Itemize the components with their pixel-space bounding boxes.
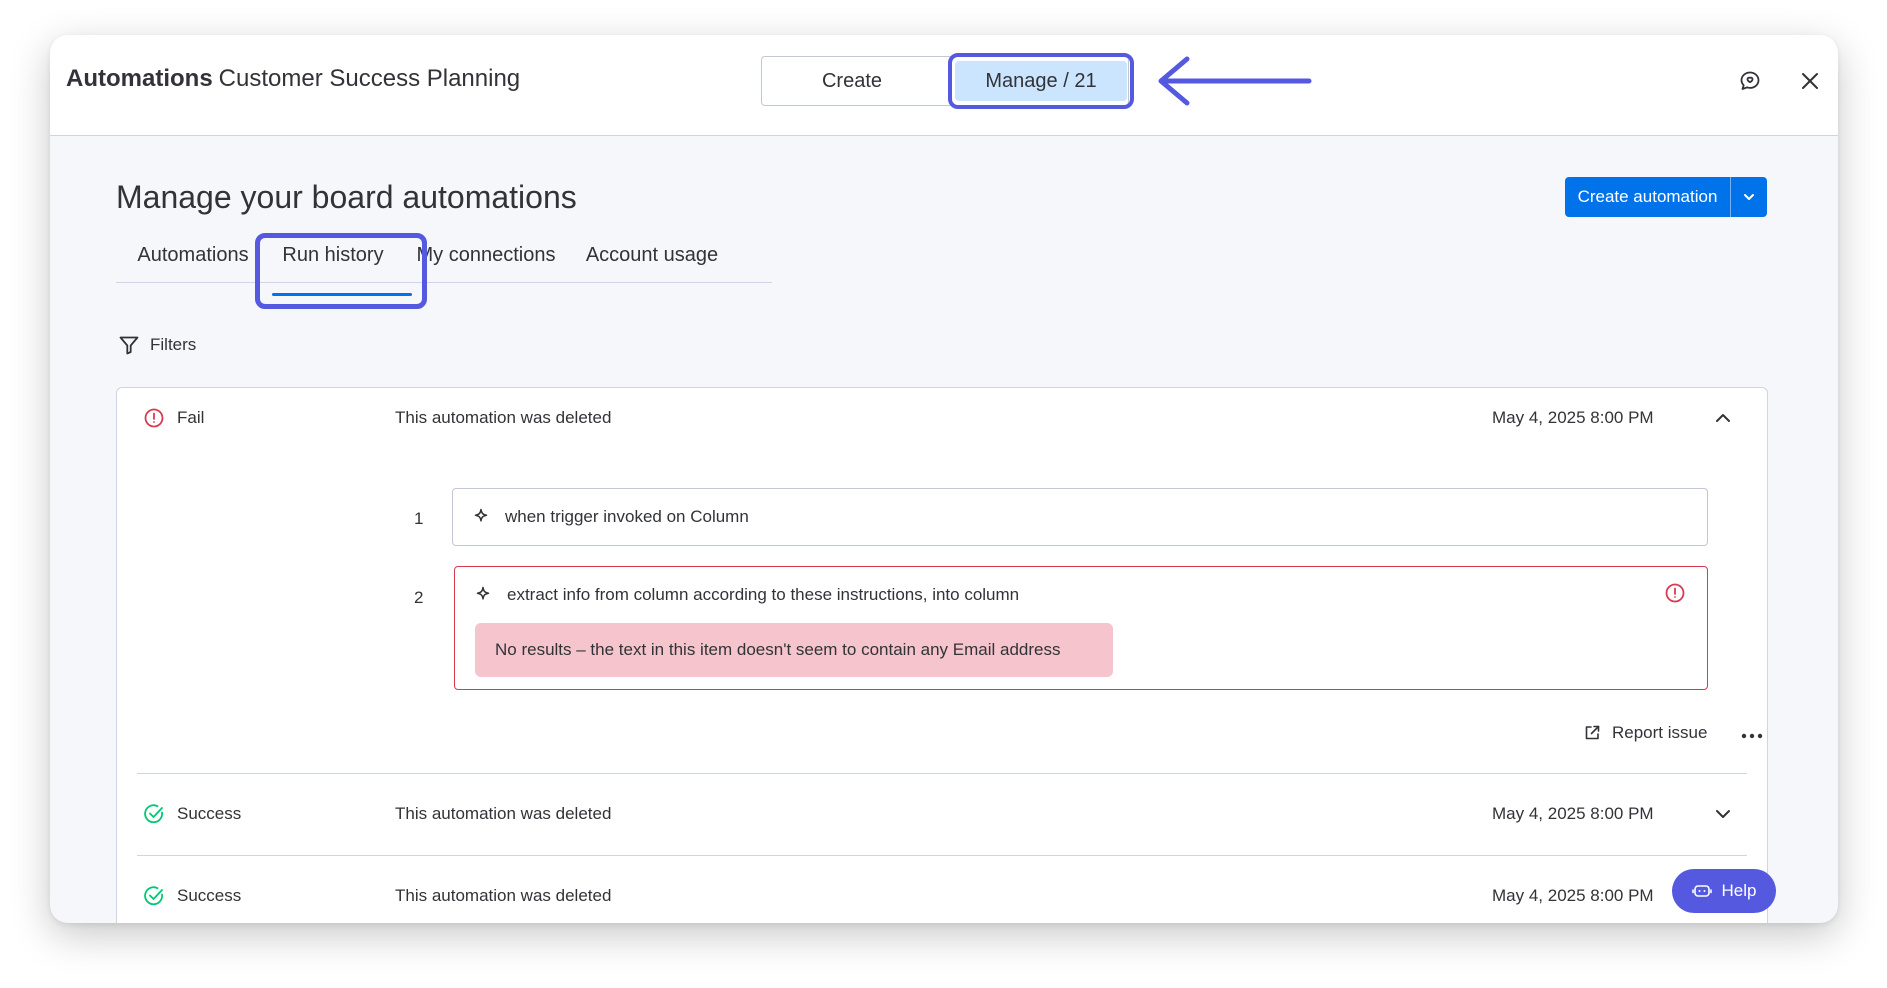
- step-card-trigger: when trigger invoked on Column: [452, 488, 1708, 546]
- run-status-label: Success: [177, 886, 242, 905]
- tab-create[interactable]: Create: [762, 57, 942, 105]
- run-history-list: Fail This automation was deleted May 4, …: [116, 387, 1768, 923]
- chevron-down-icon: [1716, 810, 1730, 818]
- help-label: Help: [1721, 881, 1757, 900]
- manage-tabs: Automations Run history My connections A…: [116, 227, 772, 283]
- filter-icon: [119, 336, 139, 355]
- collapse-button[interactable]: [1711, 406, 1735, 430]
- run-row-fail[interactable]: Fail This automation was deleted May 4, …: [117, 388, 1767, 448]
- tab-automations[interactable]: Automations: [134, 227, 252, 283]
- sparkle-icon: [476, 586, 490, 600]
- run-date: May 4, 2025 8:00 PM: [1492, 886, 1654, 905]
- arrow-icon: [1158, 56, 1312, 106]
- run-row-success[interactable]: Success This automation was deleted May …: [117, 774, 1767, 854]
- close-icon: [1802, 73, 1818, 89]
- tab-account-usage[interactable]: Account usage: [582, 227, 722, 283]
- chevron-up-icon: [1716, 414, 1730, 422]
- success-icon: [144, 804, 163, 824]
- run-status-label: Success: [177, 804, 242, 823]
- run-row-success[interactable]: Success This automation was deleted May …: [117, 856, 1767, 923]
- error-icon: [1665, 583, 1685, 603]
- feedback-button[interactable]: [1730, 61, 1770, 101]
- dialog-title: Automations Customer Success Planning: [66, 65, 520, 93]
- filters-button[interactable]: Filters: [118, 334, 196, 356]
- more-actions-button[interactable]: [1740, 728, 1764, 746]
- fail-icon: [144, 408, 164, 428]
- page-title: Manage your board automations: [116, 179, 577, 215]
- run-status: Fail: [143, 407, 204, 429]
- step-text: when trigger invoked on Column: [505, 507, 749, 526]
- error-message: No results – the text in this item doesn…: [475, 623, 1113, 677]
- automations-dialog: Automations Customer Success Planning Cre…: [50, 35, 1838, 923]
- feedback-icon: [1740, 71, 1760, 90]
- help-robot-icon: [1691, 885, 1712, 897]
- tab-manage-highlight: Manage / 21: [948, 53, 1134, 109]
- run-description: This automation was deleted: [395, 886, 612, 905]
- run-description: This automation was deleted: [395, 408, 612, 427]
- dialog-content: Manage your board automations Create aut…: [50, 137, 1838, 923]
- run-description: This automation was deleted: [395, 804, 612, 823]
- step-text: extract info from column according to th…: [507, 585, 1020, 604]
- run-date: May 4, 2025 8:00 PM: [1492, 804, 1654, 823]
- create-automation-label[interactable]: Create automation: [1565, 177, 1731, 217]
- run-status-label: Fail: [177, 408, 205, 427]
- active-tab-indicator: [272, 293, 412, 296]
- run-status: Success: [143, 885, 241, 907]
- create-automation-button[interactable]: Create automation: [1565, 177, 1767, 217]
- app-name: Automations: [66, 65, 213, 92]
- report-issue-label: Report issue: [1612, 723, 1708, 742]
- chevron-down-icon: [1744, 194, 1754, 200]
- run-status: Success: [143, 803, 241, 825]
- board-name: Customer Success Planning: [218, 65, 521, 92]
- help-button[interactable]: Help: [1672, 869, 1776, 913]
- tab-manage[interactable]: Manage / 21: [955, 61, 1127, 101]
- tab-my-connections[interactable]: My connections: [412, 227, 560, 283]
- step-content: when trigger invoked on Column: [471, 489, 749, 545]
- success-icon: [144, 886, 163, 906]
- expand-button[interactable]: [1711, 802, 1735, 826]
- step-content: extract info from column according to th…: [473, 567, 1019, 623]
- external-link-icon: [1585, 725, 1600, 740]
- create-automation-dropdown[interactable]: [1731, 177, 1767, 217]
- filters-label: Filters: [150, 335, 197, 354]
- report-issue-button[interactable]: Report issue: [1582, 723, 1707, 743]
- run-history-highlight: [255, 233, 427, 309]
- mode-switcher: Create Manage / 21: [761, 53, 1134, 109]
- sparkle-icon: [474, 508, 488, 522]
- run-date: May 4, 2025 8:00 PM: [1492, 408, 1654, 427]
- close-button[interactable]: [1790, 61, 1830, 101]
- step-number: 1: [414, 509, 424, 528]
- dialog-header: Automations Customer Success Planning Cre…: [50, 35, 1838, 136]
- more-icon: [1741, 733, 1763, 739]
- step-card-action-error: extract info from column according to th…: [454, 566, 1708, 690]
- step-number: 2: [414, 588, 424, 607]
